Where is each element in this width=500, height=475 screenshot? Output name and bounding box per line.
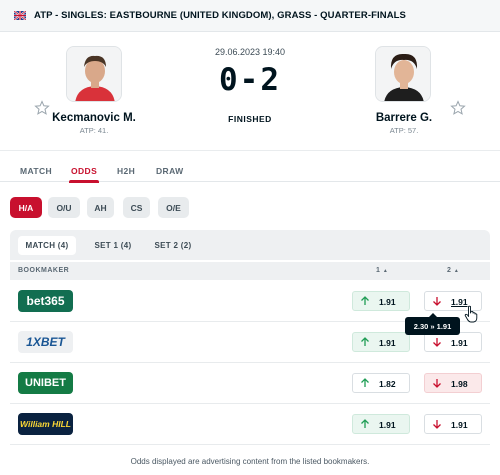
away-player-avatar[interactable]: [375, 46, 431, 102]
period-tab-match[interactable]: MATCH (4): [18, 236, 76, 255]
arrow-up-icon: [359, 336, 371, 348]
odds-away-cell[interactable]: 1.98: [424, 373, 482, 393]
hand-cursor-icon: [464, 305, 478, 323]
active-tab-indicator: [69, 180, 99, 183]
away-player-name[interactable]: Barrere G.: [356, 112, 452, 124]
arrow-up-icon: [359, 295, 371, 307]
bookmaker-row: UNIBET 1.82 1.98: [10, 363, 490, 404]
odds-table: MATCH (4) SET 1 (4) SET 2 (2) BOOKMAKER …: [10, 230, 490, 448]
home-odds-column-label[interactable]: 1 ▲: [376, 267, 388, 274]
pill-asian-handicap[interactable]: AH: [87, 197, 114, 218]
bookmaker-row: bet365 1.91 1.91: [10, 281, 490, 322]
period-tab-set-1[interactable]: SET 1 (4): [87, 236, 139, 255]
bookmaker-name: bet365: [26, 294, 65, 308]
odds-away-cell[interactable]: 1.91: [424, 414, 482, 434]
breadcrumb-text[interactable]: ATP - SINGLES: EASTBOURNE (UNITED KINGDO…: [34, 10, 406, 21]
arrow-up-icon: [359, 418, 371, 430]
tab-odds[interactable]: ODDS: [71, 166, 97, 176]
sort-arrow-icon: ▲: [382, 268, 389, 274]
william-hill-logo[interactable]: William HILL: [18, 413, 73, 435]
odds-away-value: 1.98: [451, 379, 468, 389]
arrow-up-icon: [359, 377, 371, 389]
match-header: Kecmanovic M. ATP: 41. 29.06.2023 19:40 …: [0, 32, 500, 150]
period-tabs: MATCH (4) SET 1 (4) SET 2 (2): [10, 230, 490, 260]
bookmaker-column-label: BOOKMAKER: [18, 267, 70, 274]
arrow-down-icon: [431, 418, 443, 430]
away-favorite-star-icon[interactable]: [450, 100, 466, 116]
arrow-down-icon: [431, 336, 443, 348]
pill-odd-even[interactable]: O/E: [158, 197, 189, 218]
home-column-text: 1: [376, 267, 381, 274]
pill-home-away[interactable]: H/A: [10, 197, 42, 218]
tab-draw[interactable]: DRAW: [156, 166, 184, 176]
bookmaker-disclaimer: Odds displayed are advertising content f…: [130, 457, 370, 466]
odds-home-value: 1.91: [379, 338, 396, 348]
competition-breadcrumb[interactable]: ATP - SINGLES: EASTBOURNE (UNITED KINGDO…: [0, 0, 500, 32]
bookmaker-name: William HILL: [20, 419, 71, 429]
bookmaker-name: 1XBET: [26, 335, 65, 349]
odds-home-cell[interactable]: 1.91: [352, 332, 410, 352]
odds-home-cell[interactable]: 1.91: [352, 291, 410, 311]
odds-away-value: 1.91: [451, 420, 468, 430]
odds-away-value: 1.91: [451, 338, 468, 348]
odds-home-cell[interactable]: 1.91: [352, 414, 410, 434]
bookmaker-name: UNIBET: [25, 377, 66, 389]
1xbet-logo[interactable]: 1XBET: [18, 331, 73, 353]
odds-home-value: 1.82: [379, 379, 396, 389]
arrow-down-icon: [431, 295, 443, 307]
sort-arrow-icon: ▲: [453, 268, 460, 274]
bet365-logo[interactable]: bet365: [18, 290, 73, 312]
uk-flag-icon: [14, 11, 26, 20]
tab-match[interactable]: MATCH: [20, 166, 52, 176]
match-tabs: MATCH ODDS H2H DRAW: [0, 150, 500, 183]
unibet-logo[interactable]: UNIBET: [18, 372, 73, 394]
pill-correct-score[interactable]: CS: [123, 197, 150, 218]
bookmaker-row: William HILL 1.91 1.91: [10, 404, 490, 445]
odds-change-tooltip: 2.30 » 1.91: [405, 313, 460, 335]
away-column-text: 2: [447, 267, 452, 274]
tab-h2h[interactable]: H2H: [117, 166, 135, 176]
home-player-rank: ATP: 41.: [79, 126, 109, 135]
odds-column-header: BOOKMAKER 1 ▲ 2 ▲: [10, 262, 490, 280]
away-player-rank: ATP: 57.: [389, 126, 419, 135]
odds-home-value: 1.91: [379, 297, 396, 307]
pill-over-under[interactable]: O/U: [48, 197, 80, 218]
away-odds-column-label[interactable]: 2 ▲: [447, 267, 459, 274]
odds-away-cell[interactable]: 1.91: [424, 332, 482, 352]
odds-home-cell[interactable]: 1.82: [352, 373, 410, 393]
odds-home-value: 1.91: [379, 420, 396, 430]
period-tab-set-2[interactable]: SET 2 (2): [147, 236, 199, 255]
arrow-down-icon: [431, 377, 443, 389]
